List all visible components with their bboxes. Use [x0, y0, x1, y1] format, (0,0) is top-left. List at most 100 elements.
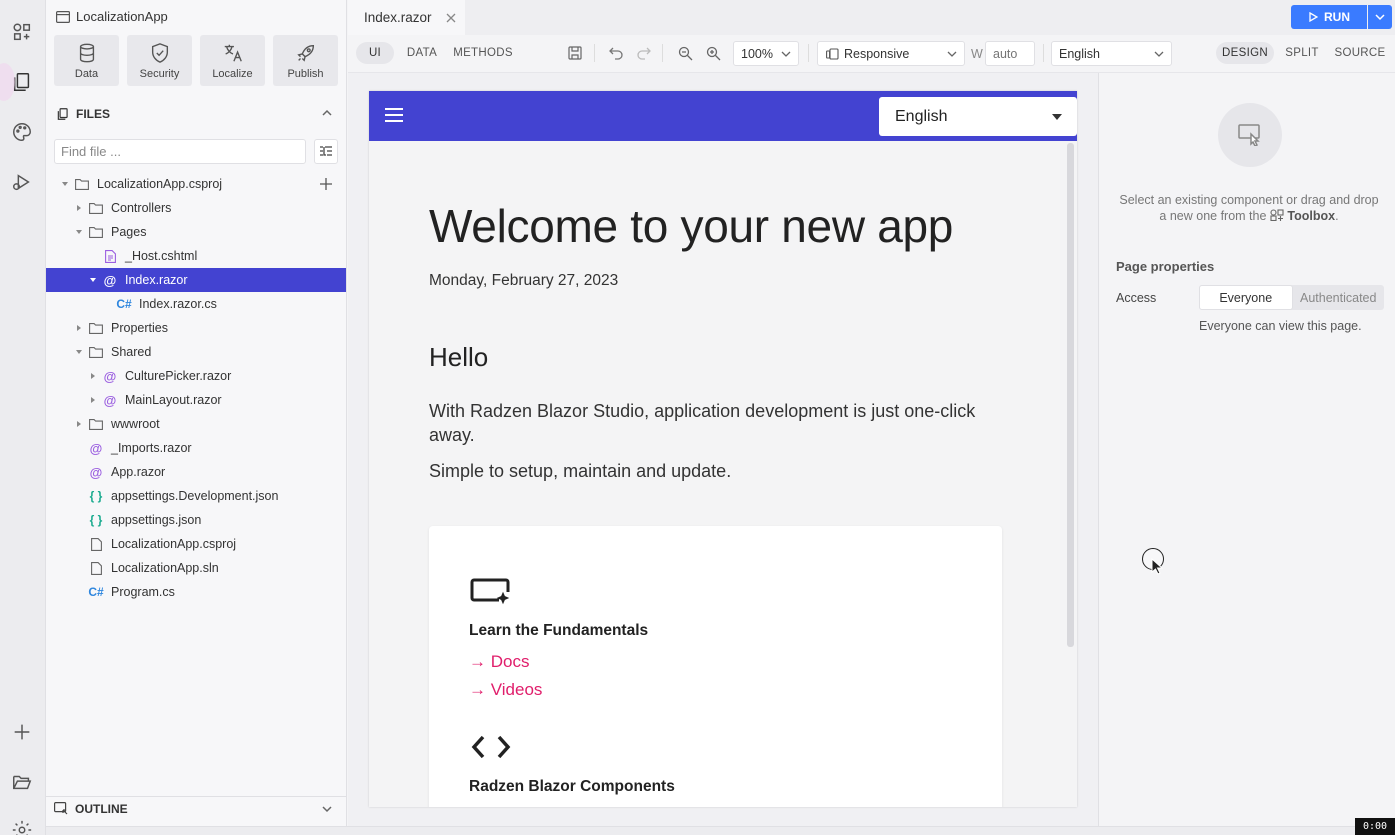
file-tree-row[interactable]: @ Index.razor	[46, 268, 346, 292]
chevron-down-icon[interactable]	[73, 346, 85, 358]
chevron-down-icon[interactable]	[59, 178, 71, 190]
hint-end: .	[1335, 209, 1339, 223]
access-authenticated-option[interactable]: Authenticated	[1293, 285, 1385, 310]
zoom-out-icon[interactable]	[675, 43, 695, 63]
folder-icon	[73, 176, 91, 192]
undo-icon[interactable]	[606, 43, 626, 63]
learn-fundamentals-title: Learn the Fundamentals	[469, 622, 649, 639]
setup-paragraph[interactable]: Simple to setup, maintain and update.	[429, 461, 731, 482]
close-icon[interactable]	[446, 13, 456, 23]
chevron-right-icon[interactable]	[87, 394, 99, 406]
file-tree-row[interactable]: @ App.razor	[46, 460, 346, 484]
intro-paragraph[interactable]: With Radzen Blazor Studio, application d…	[429, 399, 1019, 447]
files-icon[interactable]	[0, 63, 37, 101]
files-icon	[57, 108, 68, 120]
file-icon	[87, 560, 105, 576]
file-tree-row[interactable]: C# Index.razor.cs	[46, 292, 346, 316]
run-button[interactable]: RUN	[1291, 5, 1367, 29]
file-tree-row[interactable]: Controllers	[46, 196, 346, 220]
view-source[interactable]: SOURCE	[1332, 42, 1388, 64]
chevron-down-icon[interactable]	[87, 274, 99, 286]
date-text[interactable]: Monday, February 27, 2023	[429, 272, 618, 290]
file-tree-row[interactable]: LocalizationApp.csproj	[46, 532, 346, 556]
mode-ui[interactable]: UI	[356, 42, 394, 64]
file-tree-row[interactable]: { } appsettings.Development.json	[46, 484, 346, 508]
rocket-icon	[296, 44, 314, 62]
width-input[interactable]	[985, 41, 1035, 66]
welcome-heading[interactable]: Welcome to your new app	[429, 199, 953, 253]
preview-scrollbar[interactable]	[1067, 143, 1074, 647]
shield-icon	[151, 42, 168, 63]
add-icon[interactable]	[7, 717, 37, 747]
fundamentals-card[interactable]: Learn the Fundamentals → Docs → Videos R…	[429, 526, 1002, 807]
save-icon[interactable]	[565, 43, 585, 63]
razor-file-icon: @	[103, 272, 117, 288]
file-tree-row[interactable]: @ MainLayout.razor	[46, 388, 346, 412]
file-tree-row[interactable]: @ _Imports.razor	[46, 436, 346, 460]
language-select[interactable]: English	[1051, 41, 1172, 66]
outline-section-header[interactable]: OUTLINE	[46, 796, 347, 820]
status-bar	[46, 826, 1395, 835]
run-button-label: RUN	[1324, 10, 1350, 24]
outline-header-label: OUTLINE	[75, 801, 128, 816]
file-tree-row[interactable]: LocalizationApp.csproj	[46, 172, 346, 196]
file-tree-row[interactable]: Shared	[46, 340, 346, 364]
debug-icon[interactable]	[7, 167, 37, 197]
chevron-up-icon[interactable]	[321, 107, 333, 119]
videos-link[interactable]: → Videos	[469, 680, 542, 700]
data-button[interactable]: Data	[54, 35, 119, 86]
chevron-down-icon	[781, 51, 791, 57]
file-tree-row[interactable]: _Host.cshtml	[46, 244, 346, 268]
file-tree-row[interactable]: { } appsettings.json	[46, 508, 346, 532]
chevron-down-icon[interactable]	[73, 226, 85, 238]
toolbox-link[interactable]: Toolbox	[1287, 209, 1335, 223]
mode-data[interactable]: DATA	[402, 42, 442, 64]
chevron-down-icon[interactable]	[321, 803, 333, 815]
toolbox-icon	[1270, 209, 1284, 222]
publish-button[interactable]: Publish	[273, 35, 338, 86]
page-preview[interactable]: English Welcome to your new app Monday, …	[369, 91, 1077, 807]
components-icon[interactable]	[7, 17, 37, 47]
tab-index-razor[interactable]: Index.razor	[348, 0, 465, 35]
csharp-file-icon: C#	[88, 585, 104, 599]
settings-icon[interactable]	[7, 815, 37, 835]
file-tree-row[interactable]: wwwroot	[46, 412, 346, 436]
redo-icon[interactable]	[634, 43, 654, 63]
security-button[interactable]: Security	[127, 35, 192, 86]
view-design[interactable]: DESIGN	[1216, 42, 1274, 64]
localize-button[interactable]: Localize	[200, 35, 265, 86]
hamburger-menu-icon[interactable]	[385, 107, 403, 123]
chevron-right-icon[interactable]	[73, 322, 85, 334]
file-tree-row[interactable]: Pages	[46, 220, 346, 244]
folder-icon	[87, 344, 105, 360]
docs-link[interactable]: → Docs	[469, 652, 529, 672]
find-file-input[interactable]	[54, 139, 306, 164]
zoom-select[interactable]: 100%	[733, 41, 799, 66]
file-tree-row[interactable]: LocalizationApp.sln	[46, 556, 346, 580]
file-tree-row[interactable]: @ CulturePicker.razor	[46, 364, 346, 388]
zoom-in-icon[interactable]	[703, 43, 723, 63]
hello-heading[interactable]: Hello	[429, 342, 488, 373]
mode-methods[interactable]: METHODS	[450, 42, 516, 64]
chevron-right-icon[interactable]	[87, 370, 99, 382]
file-tree-row[interactable]: Properties	[46, 316, 346, 340]
file-tree-row[interactable]: C# Program.cs	[46, 580, 346, 604]
device-select[interactable]: Responsive	[817, 41, 965, 66]
view-split[interactable]: SPLIT	[1282, 42, 1322, 64]
caret-down-icon	[1052, 114, 1062, 120]
access-everyone-option[interactable]: Everyone	[1199, 285, 1293, 310]
files-section-header[interactable]: FILES	[46, 102, 347, 126]
open-folder-icon[interactable]	[7, 767, 37, 797]
access-note: Everyone can view this page.	[1199, 319, 1362, 333]
culture-picker-dropdown[interactable]: English	[879, 97, 1077, 136]
tree-view-toggle[interactable]	[314, 139, 338, 164]
razor-file-icon: @	[103, 392, 117, 408]
run-options-button[interactable]	[1368, 5, 1392, 29]
app-header[interactable]: English	[369, 91, 1077, 141]
design-canvas: English Welcome to your new app Monday, …	[348, 73, 1098, 835]
palette-icon[interactable]	[7, 117, 37, 147]
chevron-right-icon[interactable]	[73, 418, 85, 430]
chevron-right-icon[interactable]	[73, 202, 85, 214]
